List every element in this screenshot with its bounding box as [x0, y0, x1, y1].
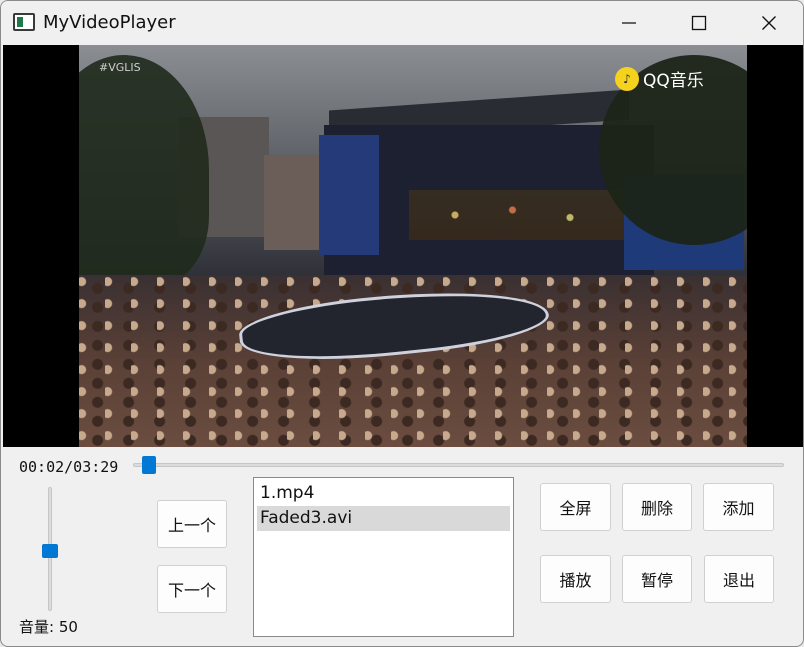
add-button[interactable]: 添加 [703, 483, 774, 531]
pause-button[interactable]: 暂停 [622, 555, 692, 603]
video-watermark: #VGLIS [99, 61, 141, 74]
exit-button[interactable]: 退出 [704, 555, 774, 603]
fullscreen-button[interactable]: 全屏 [540, 483, 611, 531]
logo-text: QQ音乐 [643, 71, 704, 91]
player-window: MyVideoPlayer #VGLIS ♪ QQ音乐 00:02/03:29 … [0, 0, 804, 647]
delete-button[interactable]: 删除 [622, 483, 692, 531]
video-display[interactable]: #VGLIS ♪ QQ音乐 [3, 45, 803, 447]
maximize-icon [691, 15, 707, 31]
progress-slider-handle[interactable] [142, 456, 156, 474]
playlist[interactable]: 1.mp4 Faded3.avi [253, 477, 514, 637]
maximize-button[interactable] [667, 1, 731, 45]
volume-label: 音量: 50 [19, 618, 78, 636]
playlist-item[interactable]: 1.mp4 [257, 481, 510, 506]
window-title: MyVideoPlayer [43, 12, 176, 33]
minimize-icon [622, 22, 636, 24]
progress-slider[interactable] [133, 463, 784, 467]
previous-button[interactable]: 上一个 [157, 500, 227, 548]
app-icon [13, 13, 35, 31]
next-button[interactable]: 下一个 [157, 565, 227, 613]
qq-music-logo: ♪ QQ音乐 [615, 66, 704, 91]
play-button[interactable]: 播放 [540, 555, 611, 603]
close-button[interactable] [737, 1, 801, 45]
playlist-item-selected[interactable]: Faded3.avi [257, 506, 510, 531]
time-display: 00:02/03:29 [19, 458, 119, 476]
close-icon [762, 16, 776, 30]
video-frame [79, 45, 747, 447]
music-note-icon: ♪ [615, 66, 639, 91]
volume-slider-handle[interactable] [42, 544, 58, 558]
minimize-button[interactable] [597, 1, 661, 45]
title-bar[interactable]: MyVideoPlayer [1, 1, 803, 45]
